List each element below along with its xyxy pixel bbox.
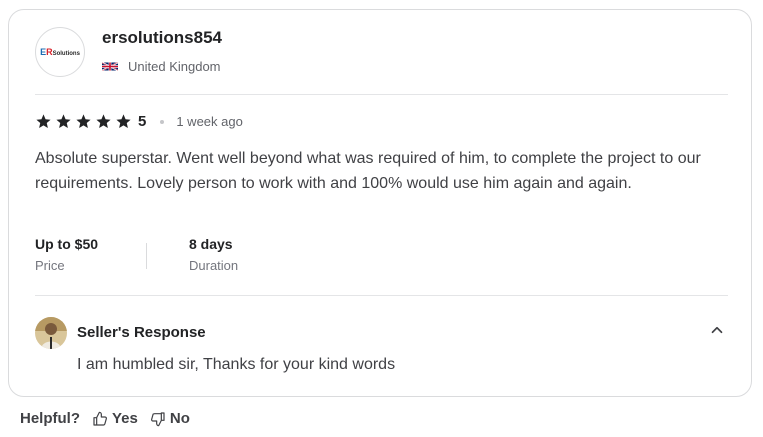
helpful-yes-label: Yes [112,410,138,427]
seller-avatar [35,317,67,349]
header-divider [35,94,728,95]
rating-row: 5 1 week ago [35,113,243,130]
helpful-yes-button[interactable]: Yes [92,410,138,427]
star-icon [76,114,91,129]
helpful-label: Helpful? [20,410,80,427]
duration-label: Duration [189,258,239,273]
star-rating [35,113,132,130]
review-text: Absolute superstar. Went well beyond wha… [35,150,701,192]
star-icon [56,114,71,129]
review-card: ERSolutions ersolutions854 United Kingdo… [8,9,752,397]
helpful-no-button[interactable]: No [150,410,190,427]
separator-dot [160,119,165,124]
uk-flag-icon [102,62,118,71]
reviewer-country: United Kingdom [102,59,221,74]
meta-separator [146,243,147,269]
price-label: Price [35,258,65,273]
star-icon [36,114,51,129]
thumbs-up-icon [93,411,107,426]
duration-value: 8 days [189,236,233,252]
star-icon [96,114,111,129]
helpful-feedback: Helpful? Yes No [20,410,190,427]
response-divider [35,295,728,296]
reviewer-avatar[interactable]: ERSolutions [35,27,85,77]
price-value: Up to $50 [35,236,99,252]
rating-value: 5 [138,113,147,130]
seller-response-title: Seller's Response [77,324,206,341]
helpful-no-label: No [169,410,190,427]
star-icon [116,114,131,129]
seller-response-text: I am humbled sir, Thanks for your kind w… [77,356,396,373]
duration-info: 8 days Duration [189,236,238,273]
reviewer-username[interactable]: ersolutions854 [102,28,222,48]
review-time: 1 week ago [176,114,243,129]
price-info: Up to $50 Price [35,236,98,273]
thumbs-down-icon [150,411,165,426]
chevron-up-icon[interactable] [708,321,726,339]
country-name: United Kingdom [128,59,221,74]
er-solutions-logo: ERSolutions [40,47,80,57]
